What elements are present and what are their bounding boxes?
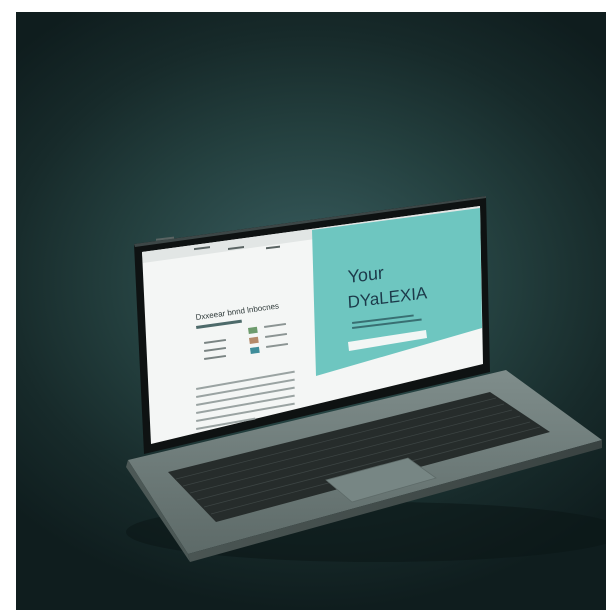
- laptop-illustration: Your DYaLEXIA Dxxeear bnnd lnbocnes: [126, 196, 606, 562]
- photo-frame: Your DYaLEXIA Dxxeear bnnd lnbocnes: [16, 12, 606, 610]
